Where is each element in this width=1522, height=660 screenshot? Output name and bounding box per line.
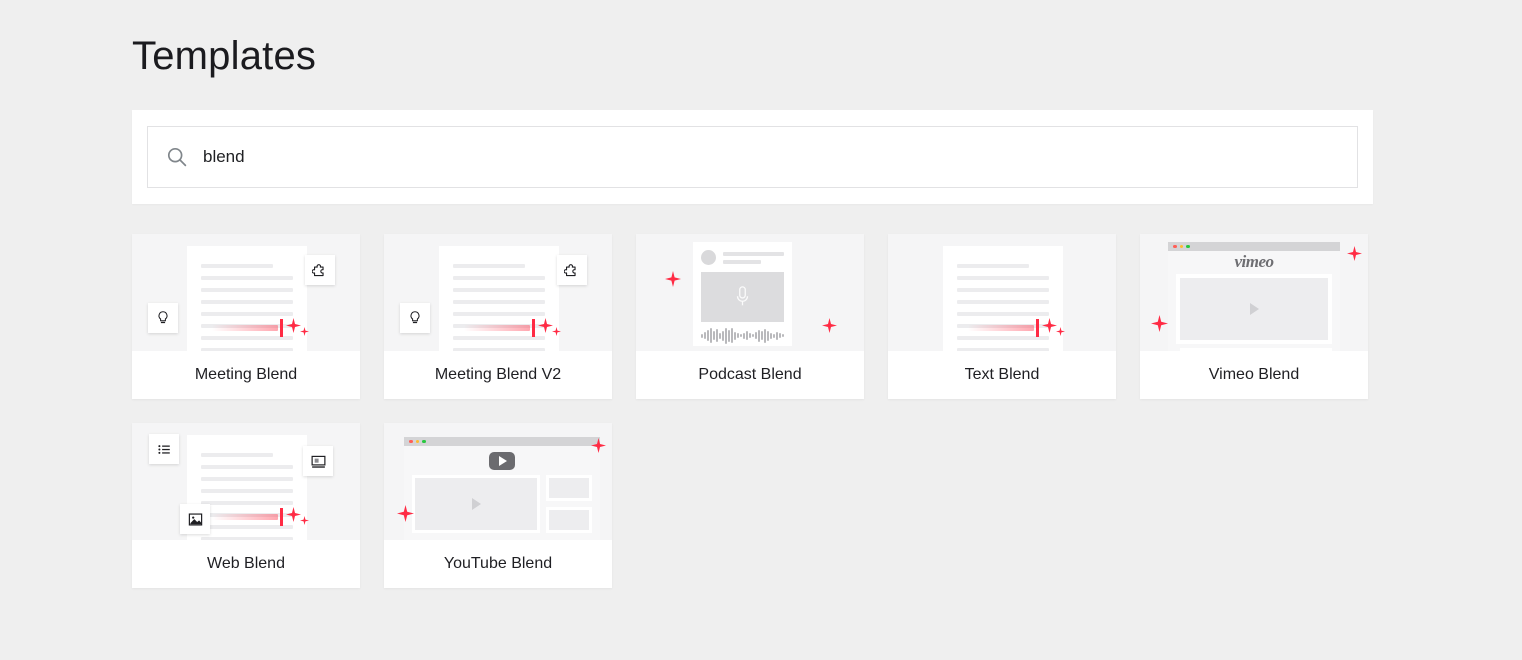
template-card-vimeo-blend[interactable]: vimeo Vimeo Blend [1140, 234, 1368, 399]
ai-cursor-effect [464, 318, 576, 340]
template-label: Meeting Blend V2 [384, 351, 612, 399]
template-thumbnail [384, 423, 612, 540]
template-thumbnail [384, 234, 612, 351]
template-label: Text Blend [888, 351, 1116, 399]
browser-titlebar [404, 437, 600, 446]
search-panel [132, 110, 1373, 204]
sparkle-icon [300, 327, 309, 336]
play-icon [472, 498, 481, 510]
video-player [412, 475, 540, 533]
template-thumbnail [132, 423, 360, 540]
sparkle-icon [822, 318, 837, 333]
ai-cursor-effect [968, 318, 1080, 340]
puzzle-icon[interactable] [305, 255, 335, 285]
sparkle-icon [397, 505, 414, 522]
list-icon[interactable] [149, 434, 179, 464]
template-thumbnail [636, 234, 864, 351]
sparkle-icon [286, 507, 301, 522]
microphone-icon [701, 272, 784, 322]
template-card-meeting-blend-v2[interactable]: Meeting Blend V2 [384, 234, 612, 399]
sparkle-icon [552, 327, 561, 336]
sparkle-icon [286, 318, 301, 333]
template-card-youtube-blend[interactable]: YouTube Blend [384, 423, 612, 588]
video-icon[interactable] [303, 446, 333, 476]
template-thumbnail: vimeo [1140, 234, 1368, 351]
template-label: Web Blend [132, 540, 360, 588]
template-card-web-blend[interactable]: Web Blend [132, 423, 360, 588]
template-card-text-blend[interactable]: Text Blend [888, 234, 1116, 399]
template-thumbnail [888, 234, 1116, 351]
template-label: YouTube Blend [384, 540, 612, 588]
sparkle-icon [1347, 246, 1362, 261]
lightbulb-icon[interactable] [148, 303, 178, 333]
sparkle-icon [1056, 327, 1065, 336]
browser-footer-block [1180, 348, 1332, 351]
templates-page: Templates [0, 0, 1522, 588]
ai-cursor-effect [212, 507, 324, 529]
ai-cursor-effect [212, 318, 324, 340]
vimeo-logo: vimeo [1168, 253, 1340, 270]
template-card-meeting-blend[interactable]: Meeting Blend [132, 234, 360, 399]
sparkle-icon [538, 318, 553, 333]
sparkle-icon [665, 271, 681, 287]
template-label: Podcast Blend [636, 351, 864, 399]
sparkle-icon [1042, 318, 1057, 333]
play-icon [1250, 303, 1259, 315]
sparkle-icon [591, 438, 606, 453]
audio-waveform [701, 327, 784, 344]
browser-mock [404, 437, 600, 540]
template-label: Vimeo Blend [1140, 351, 1368, 399]
templates-grid: Meeting Blend [132, 234, 1392, 588]
puzzle-icon[interactable] [557, 255, 587, 285]
search-field[interactable] [147, 126, 1358, 188]
template-label: Meeting Blend [132, 351, 360, 399]
sparkle-icon [300, 516, 309, 525]
podcast-mock [693, 242, 792, 346]
page-title: Templates [132, 0, 1522, 80]
browser-mock: vimeo [1168, 242, 1340, 351]
lightbulb-icon[interactable] [400, 303, 430, 333]
browser-titlebar [1168, 242, 1340, 251]
search-input[interactable] [203, 147, 1339, 167]
youtube-logo-icon [489, 452, 515, 470]
template-thumbnail [132, 234, 360, 351]
video-player [1176, 274, 1332, 344]
image-icon[interactable] [180, 504, 210, 534]
related-videos-list [546, 475, 592, 533]
template-card-podcast-blend[interactable]: Podcast Blend [636, 234, 864, 399]
search-icon [166, 146, 188, 168]
avatar [701, 250, 716, 265]
sparkle-icon [1151, 315, 1168, 332]
